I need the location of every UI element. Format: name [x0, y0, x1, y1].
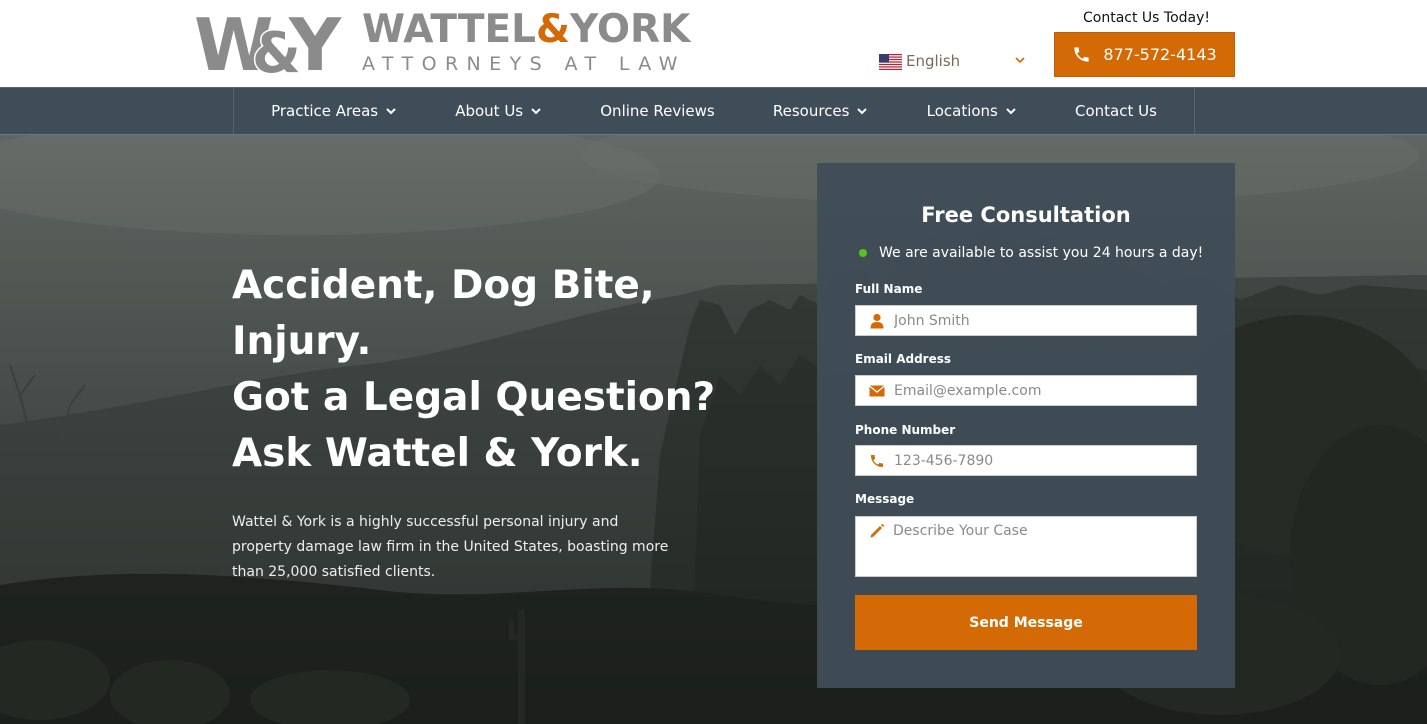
phone-icon: [871, 454, 883, 467]
header-phone-button[interactable]: 877-572-4143: [1054, 32, 1235, 77]
logo-mark-icon: W Y &: [194, 8, 342, 74]
main-nav: Practice Areas About Us Online Reviews R…: [0, 87, 1427, 135]
logo-name-part1: WATTEL: [362, 7, 537, 52]
nav-item-online-reviews[interactable]: Online Reviews: [600, 102, 715, 120]
headline-line-4: Ask Wattel & York.: [232, 431, 643, 476]
header-phone-number: 877-572-4143: [1103, 45, 1217, 64]
availability-text: We are available to assist you 24 hours …: [879, 245, 1204, 261]
logo-name-part2: YORK: [570, 7, 691, 52]
nav-item-label: About Us: [455, 102, 524, 120]
chevron-down-icon: [857, 108, 868, 115]
nav-item-label: Practice Areas: [271, 102, 379, 120]
phone-label: Phone Number: [855, 423, 956, 437]
nav-item-label: Locations: [926, 102, 998, 120]
online-status-dot-icon: [859, 249, 867, 257]
nav-item-label: Resources: [772, 102, 850, 120]
email-field[interactable]: [855, 375, 1197, 406]
language-label: English: [906, 52, 961, 70]
nav-item-label: Online Reviews: [600, 102, 715, 120]
email-input[interactable]: [894, 382, 1184, 399]
us-flag-icon: [879, 54, 902, 70]
nav-item-practice-areas[interactable]: Practice Areas: [271, 102, 397, 120]
envelope-icon: [869, 384, 885, 396]
headline-line-1: Accident, Dog Bite,: [232, 263, 655, 308]
message-field[interactable]: [855, 516, 1197, 577]
contact-today-label: Contact Us Today!: [1083, 10, 1211, 26]
phone-icon: [1074, 47, 1089, 62]
logo-name-ampersand: &: [536, 7, 571, 52]
send-message-button[interactable]: Send Message: [855, 595, 1197, 650]
logo-wordmark: WATTEL&YORK: [362, 10, 690, 50]
logo-tagline: ATTORNEYS AT LAW: [362, 53, 686, 75]
full-name-field[interactable]: [855, 305, 1197, 336]
phone-input[interactable]: [894, 452, 1184, 469]
hero-intro-text: Wattel & York is a highly successful per…: [232, 514, 669, 580]
pencil-icon: [870, 523, 885, 538]
nav-item-resources[interactable]: Resources: [773, 102, 869, 120]
full-name-input[interactable]: [894, 312, 1184, 329]
full-name-label: Full Name: [855, 282, 923, 296]
email-label: Email Address: [855, 352, 952, 366]
message-textarea[interactable]: [893, 523, 1188, 571]
phone-field[interactable]: [855, 445, 1197, 476]
nav-item-contact-us[interactable]: Contact Us: [1075, 102, 1157, 120]
nav-item-label: Contact Us: [1075, 102, 1157, 120]
message-label: Message: [855, 492, 915, 506]
availability-notice: We are available to assist you 24 hours …: [859, 245, 1203, 261]
headline-line-3: Got a Legal Question?: [232, 375, 716, 420]
nav-item-locations[interactable]: Locations: [927, 102, 1017, 120]
site-header: W Y & WATTEL&YORK ATTORNEYS AT LAW Engli…: [0, 0, 1427, 87]
chevron-down-icon: [531, 108, 541, 115]
language-selector[interactable]: English: [879, 50, 1029, 74]
nav-item-about-us[interactable]: About Us: [455, 102, 542, 120]
site-logo[interactable]: W Y & WATTEL&YORK ATTORNEYS AT LAW: [194, 8, 706, 78]
chevron-down-icon: [386, 108, 396, 115]
free-consultation-form: Free Consultation We are available to as…: [817, 163, 1235, 688]
headline-line-2: Injury.: [232, 319, 372, 364]
chevron-down-icon: [1006, 108, 1016, 115]
nav-list: Practice Areas About Us Online Reviews R…: [233, 88, 1195, 134]
hero-headline: Accident, Dog Bite, Injury. Got a Legal …: [232, 258, 792, 482]
svg-text:&: &: [252, 21, 301, 74]
chevron-down-icon: [1015, 57, 1025, 64]
user-icon: [870, 313, 884, 328]
form-title: Free Consultation: [921, 203, 1131, 227]
